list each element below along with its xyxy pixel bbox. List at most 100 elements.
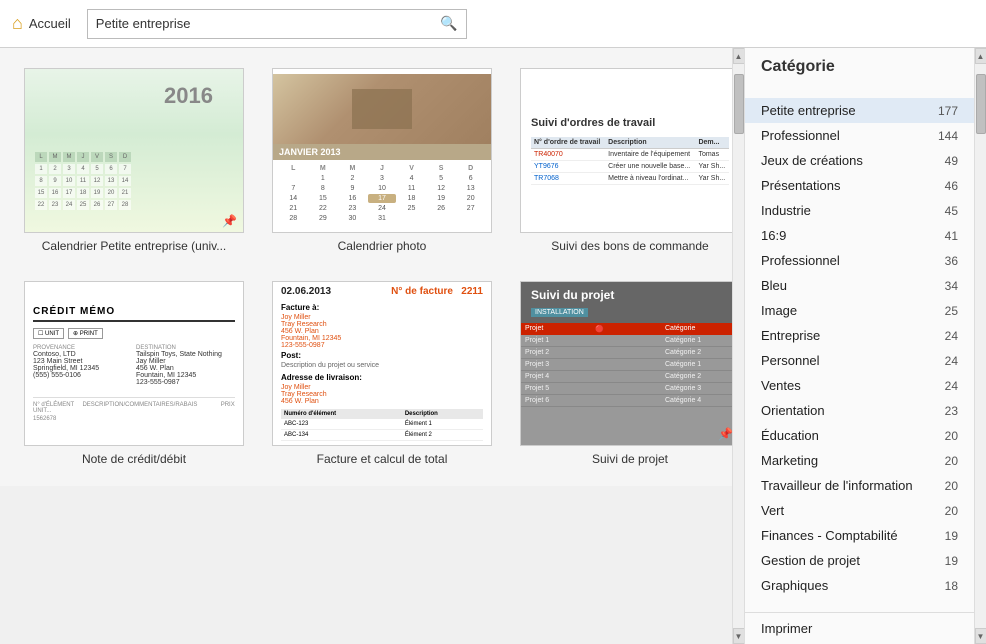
sidebar-item-5[interactable]: 16:941 (745, 223, 974, 248)
sidebar-item-7[interactable]: Bleu 34 (745, 273, 974, 298)
sidebar-item-label-17: Finances - Comptabilité (761, 528, 898, 543)
sidebar-item-label-4: Industrie (761, 203, 811, 218)
content-scroll-up[interactable]: ▲ (733, 48, 745, 64)
sidebar-item-count-19: 18 (945, 579, 958, 593)
template-thumb-facture: 02.06.2013 N° de facture 2211 Facture à:… (272, 281, 492, 446)
sidebar-item-label-12: Orientation (761, 403, 825, 418)
sidebar-item-count-17: 19 (945, 529, 958, 543)
template-card-projet[interactable]: Suivi du projet INSTALLATION Projet 🔴 Ca… (520, 281, 732, 466)
sidebar-item-15[interactable]: Travailleur de l'information 20 (745, 473, 974, 498)
sidebar-item-count-16: 20 (945, 504, 958, 518)
template-label-projet: Suivi de projet (592, 452, 668, 466)
sidebar-item-count-15: 20 (945, 479, 958, 493)
content-scroll-track[interactable] (733, 64, 744, 628)
topbar: ⌂ Accueil 🔍 (0, 0, 986, 48)
credit-addresses: PROVENANCE Contoso, LTD123 Main StreetSp… (33, 345, 235, 386)
sidebar-scroll-down[interactable]: ▼ (975, 628, 986, 644)
suivi-title: Suivi d'ordres de travail (531, 117, 729, 129)
template-label-cal2: Calendrier photo (338, 239, 427, 253)
sidebar-item-11[interactable]: Ventes24 (745, 373, 974, 398)
sidebar-item-17[interactable]: Finances - Comptabilité 19 (745, 523, 974, 548)
sidebar-item-count-7: 34 (945, 279, 958, 293)
sidebar-bottom-item[interactable]: Imprimer (745, 612, 974, 644)
projet-row-3: Projet 3Catégorie 1 (521, 359, 732, 371)
search-box: 🔍 (87, 9, 467, 39)
facture-delivery-label: Adresse de livraison: (281, 373, 483, 382)
projet-col-categorie: Catégorie (665, 325, 732, 333)
template-thumb-cal1: 2016 LMMJVSD 1234567 891011121314 (24, 68, 244, 233)
cal2-month-header: JANVIER 2013 (273, 144, 491, 160)
cal2-mini-cal: LMMJVSD 123456 78910111213 1415161718192… (273, 160, 491, 227)
sidebar-item-label-1: Professionnel (761, 128, 840, 143)
sidebar-item-label-15: Travailleur de l'information (761, 478, 913, 493)
cal-grid: LMMJVSD 1234567 891011121314 15161718192… (35, 152, 233, 212)
pin-icon: 📌 (222, 214, 237, 228)
sidebar-item-0[interactable]: Petite entreprise 177 (745, 98, 974, 123)
sidebar-item-label-2: Jeux de créations (761, 153, 863, 168)
sidebar-item-count-13: 20 (945, 429, 958, 443)
sidebar-item-19[interactable]: Graphiques 18 (745, 573, 974, 598)
projet-table: Projet 🔴 Catégorie Projet 1Catégorie 1 P… (521, 323, 732, 445)
sidebar-item-label-0: Petite entreprise (761, 103, 856, 118)
content-scroll-down[interactable]: ▼ (733, 628, 745, 644)
content-scroll-thumb[interactable] (734, 74, 744, 134)
credit-footer2: 1562678 (33, 416, 235, 422)
template-card-cal2[interactable]: JANVIER 2013 LMMJVSD 123456 78910111213 … (272, 68, 492, 253)
projet-row-6: Projet 6Catégorie 4 (521, 395, 732, 407)
sidebar-item-9[interactable]: Entreprise 24 (745, 323, 974, 348)
credit-footer: N° d'ÉLÉMENT DESCRIPTION/COMMENTAIRES/RA… (33, 397, 235, 414)
template-card-suivi1[interactable]: Suivi d'ordres de travail N° d'ordre de … (520, 68, 732, 253)
sidebar-item-count-10: 24 (945, 354, 958, 368)
sidebar-item-count-1: 144 (938, 129, 958, 143)
template-card-facture[interactable]: 02.06.2013 N° de facture 2211 Facture à:… (272, 281, 492, 466)
sidebar-item-count-9: 24 (945, 329, 958, 343)
projet-badge: INSTALLATION (531, 308, 588, 317)
sidebar-item-6[interactable]: Professionnel36 (745, 248, 974, 273)
search-icon[interactable]: 🔍 (440, 15, 457, 32)
facture-bill-label: Facture à: (281, 303, 483, 312)
sidebar-item-count-0: 177 (938, 104, 958, 118)
facture-bill-name: Joy MillerTray Research456 W. PlanFounta… (281, 314, 483, 349)
sidebar-item-1[interactable]: Professionnel 144 (745, 123, 974, 148)
template-card-cal1[interactable]: 2016 LMMJVSD 1234567 891011121314 (24, 68, 244, 253)
facture-post-label: Post: (281, 351, 483, 360)
templates-grid: 2016 LMMJVSD 1234567 891011121314 (24, 68, 708, 466)
suivi-table: N° d'ordre de travail Description Dem...… (531, 137, 729, 185)
template-card-credit[interactable]: CRÉDIT MÉMO ☐ UNIT ⊕ PRINT PROVENANCE Co… (24, 281, 244, 466)
credit-btn-print: ⊕ PRINT (68, 328, 103, 339)
credit-title: CRÉDIT MÉMO (33, 306, 235, 322)
sidebar-scroll-track[interactable] (975, 64, 986, 628)
sidebar-scrollbar: ▲ ▼ (974, 48, 986, 644)
sidebar-item-label-7: Bleu (761, 278, 787, 293)
search-input[interactable] (96, 16, 441, 31)
home-icon: ⌂ (12, 13, 23, 34)
sidebar-scroll-up[interactable]: ▲ (975, 48, 986, 64)
sidebar-item-12[interactable]: Orientation23 (745, 398, 974, 423)
sidebar-area: Catégorie Petite entreprise177Profession… (744, 48, 986, 644)
sidebar-item-8[interactable]: Image25 (745, 298, 974, 323)
sidebar-item-label-14: Marketing (761, 453, 818, 468)
template-thumb-suivi1: Suivi d'ordres de travail N° d'ordre de … (520, 68, 732, 233)
cal-year: 2016 (164, 83, 213, 109)
sidebar-item-label-18: Gestion de projet (761, 553, 860, 568)
sidebar-scroll-thumb[interactable] (976, 74, 986, 134)
sidebar-item-label-19: Graphiques (761, 578, 828, 593)
facture-num: N° de facture 2211 (391, 286, 483, 297)
sidebar-item-3[interactable]: Présentations46 (745, 173, 974, 198)
sidebar-item-2[interactable]: Jeux de créations49 (745, 148, 974, 173)
sidebar-item-18[interactable]: Gestion de projet19 (745, 548, 974, 573)
sidebar-item-count-8: 25 (945, 304, 958, 318)
sidebar-item-count-5: 41 (945, 229, 958, 243)
projet-row-4: Projet 4Catégorie 2 (521, 371, 732, 383)
sidebar-item-label-3: Présentations (761, 178, 841, 193)
facture-header: 02.06.2013 N° de facture 2211 (281, 286, 483, 297)
sidebar-item-13[interactable]: Éducation20 (745, 423, 974, 448)
sidebar-item-label-9: Entreprise (761, 328, 820, 343)
sidebar-item-10[interactable]: Personnel24 (745, 348, 974, 373)
sidebar-item-14[interactable]: Marketing20 (745, 448, 974, 473)
sidebar-item-16[interactable]: Vert20 (745, 498, 974, 523)
cal2-photo (273, 74, 491, 144)
projet-row-5: Projet 5Catégorie 3 (521, 383, 732, 395)
sidebar-item-4[interactable]: Industrie45 (745, 198, 974, 223)
home-button[interactable]: ⌂ Accueil (12, 13, 71, 34)
